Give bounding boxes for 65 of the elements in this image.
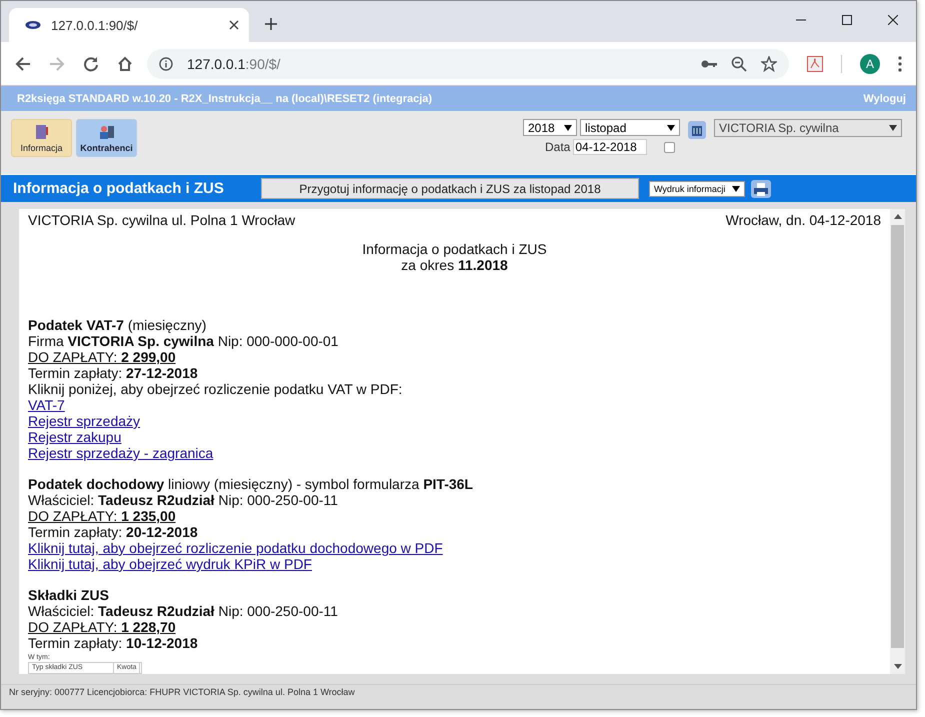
printer-icon[interactable] [751, 180, 771, 198]
address-bar[interactable]: 127.0.0.1:90/$/ [147, 48, 789, 78]
url-text: 127.0.0.1:90/$/ [187, 56, 280, 72]
place-date: Wrocław, dn. 04-12-2018 [726, 212, 881, 228]
amount-due: DO ZAPŁATY: 1 228,70 [28, 619, 176, 635]
profile-avatar[interactable]: A [860, 54, 880, 74]
menu-icon[interactable] [898, 56, 902, 72]
date-label: Data [545, 140, 570, 154]
favicon-icon [25, 20, 41, 30]
pdf-link[interactable]: Rejestr sprzedaży - zagranica [28, 445, 214, 461]
pdf-link[interactable]: Kliknij tutaj, aby obejrzeć rozliczenie podatku dochodowego w PDF [28, 540, 443, 556]
date-field[interactable]: 04-12-2018 [573, 139, 648, 155]
scroll-down-icon[interactable] [894, 664, 902, 669]
close-icon[interactable] [229, 20, 239, 30]
dropdown-arrow-icon [564, 124, 572, 130]
scrollbar[interactable] [890, 209, 905, 674]
back-icon[interactable] [15, 56, 31, 72]
home-icon[interactable] [117, 56, 133, 72]
info-text: Termin zapłaty: 27-12-2018 [28, 365, 199, 381]
contacts-icon [98, 123, 116, 141]
company-select[interactable]: VICTORIA Sp. cywilna [714, 119, 902, 137]
prepare-button[interactable]: Przygotuj informację o podatkach i ZUS za listopad 2018 [261, 178, 639, 199]
building-icon[interactable] [688, 121, 706, 139]
pdf-link[interactable]: Kliknij tutaj, aby obejrzeć wydruk KPiR w PDF [28, 556, 312, 572]
maximize-icon[interactable] [842, 15, 852, 25]
year-select[interactable]: 2018 [523, 119, 577, 136]
star-icon[interactable] [761, 56, 777, 72]
pdf-extension-icon[interactable] [807, 56, 823, 72]
pdf-link[interactable]: Rejestr sprzedaży [28, 413, 140, 429]
info-text: Składki ZUS [28, 587, 110, 603]
info-text: Termin zapłaty: 10-12-2018 [28, 635, 199, 651]
info-text: Termin zapłaty: 20-12-2018 [28, 524, 199, 540]
app-title: R2księga STANDARD w.10.20 - R2X_Instrukcja__ na (local)\RESET2 (integracja) [17, 92, 432, 104]
document-title: Informacja o podatkach i ZUS [361, 241, 548, 257]
license-text: Nr seryjny: 000777 Licencjobiorca: FHUPR VICTORIA Sp. cywilna ul. Polna 1 Wrocław [9, 687, 355, 697]
info-text: Kliknij poniżej, aby obejrzeć rozliczenie podatku VAT w PDF: [28, 381, 404, 397]
reload-icon[interactable] [83, 56, 99, 72]
info-text: Firma VICTORIA Sp. cywilna Nip: 000-000-00-01 [28, 333, 340, 349]
scroll-up-icon[interactable] [894, 214, 902, 219]
company-address: VICTORIA Sp. cywilna ul. Polna 1 Wrocław [28, 212, 296, 228]
info-icon [159, 56, 173, 70]
amount-due: DO ZAPŁATY: 2 299,00 [28, 349, 176, 365]
print-select[interactable]: Wydruk informacji [649, 180, 745, 196]
close-icon[interactable] [888, 15, 898, 25]
browser-tab[interactable]: 127.0.0.1:90/$/ [9, 8, 249, 42]
pdf-link[interactable]: Rejestr zakupu [28, 429, 122, 445]
new-tab-icon[interactable] [265, 18, 277, 30]
month-select[interactable]: listopad [580, 119, 680, 136]
dropdown-arrow-icon [732, 186, 740, 192]
key-icon[interactable] [701, 58, 717, 68]
toolbar-button[interactable]: Informacja [11, 119, 72, 157]
info-text: Właściciel: Tadeusz R2udział Nip: 000-250-00-11 [28, 603, 339, 619]
date-checkbox[interactable] [664, 142, 676, 152]
zoom-out-icon[interactable] [731, 56, 747, 72]
tab-title: 127.0.0.1:90/$/ [51, 18, 139, 32]
period-text: za okres 11.2018 [400, 257, 509, 273]
amount-due: DO ZAPŁATY: 1 235,00 [28, 508, 176, 524]
dropdown-arrow-icon [889, 125, 897, 131]
info-text: Podatek dochodowy liniowy (miesięczny) - symbol formularza PIT-36L [28, 476, 474, 492]
info-text: Podatek VAT-7 (miesięczny) [28, 317, 208, 333]
pdf-link[interactable]: VAT-7 [28, 397, 65, 413]
toolbar-button[interactable]: Kontrahenci [76, 119, 137, 157]
dropdown-arrow-icon [667, 124, 675, 130]
info-text: Właściciel: Tadeusz R2udział Nip: 000-250-00-11 [28, 492, 339, 508]
section-title: Informacja o podatkach i ZUS [13, 180, 225, 197]
